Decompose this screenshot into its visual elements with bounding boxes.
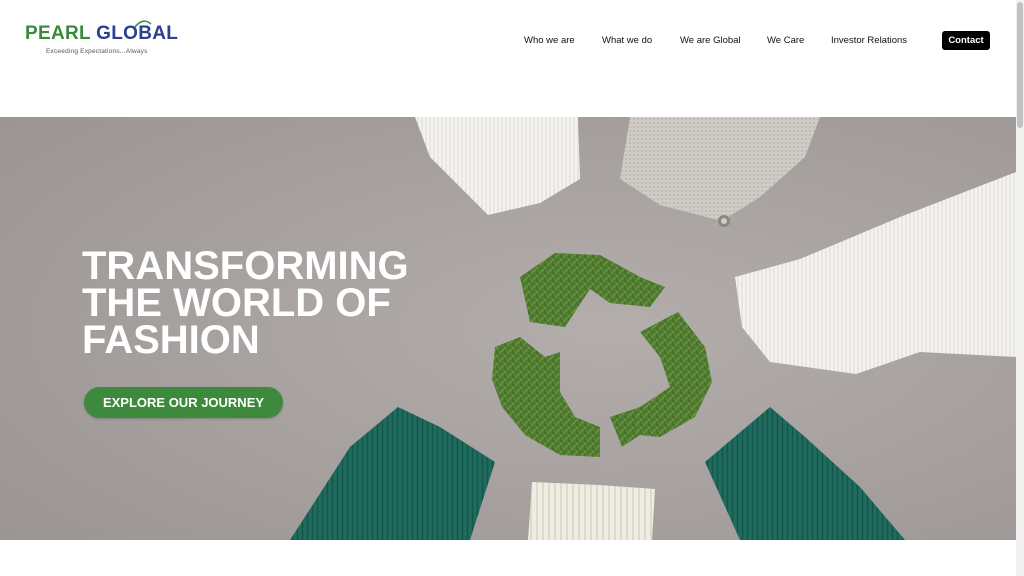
explore-journey-button[interactable]: EXPLORE OUR JOURNEY	[84, 387, 283, 418]
nav-item-we-are-global[interactable]: We are Global	[680, 35, 741, 46]
scrollbar-thumb[interactable]	[1017, 2, 1023, 128]
hero-banner: TRANSFORMING THE WORLD OF FASHION EXPLOR…	[0, 117, 1016, 540]
nav-item-what-we-do[interactable]: What we do	[602, 35, 652, 46]
hero-title: TRANSFORMING THE WORLD OF FASHION	[82, 244, 442, 362]
pearl-global-logo[interactable]: PEARL GLOBAL Exceeding Expectations...Al…	[25, 20, 178, 59]
hero-title-line: TRANSFORMING	[82, 244, 409, 288]
page-scrollbar[interactable]	[1016, 0, 1024, 576]
nav-item-we-care[interactable]: We Care	[767, 35, 804, 46]
logo-wordmark: PEARL GLOBAL	[25, 23, 178, 45]
logo-word-pearl: PEARL	[25, 23, 91, 44]
next-section	[0, 540, 1016, 576]
site-header: PEARL GLOBAL Exceeding Expectations...Al…	[0, 0, 1016, 117]
logo-swoosh-icon	[134, 20, 152, 28]
nav-item-investor-relations[interactable]: Investor Relations	[831, 35, 907, 46]
hero-title-line: THE WORLD OF	[82, 281, 391, 325]
logo-tagline: Exceeding Expectations...Always	[46, 48, 148, 55]
contact-button[interactable]: Contact	[942, 31, 990, 50]
hero-title-line: FASHION	[82, 318, 260, 362]
nav-item-who-we-are[interactable]: Who we are	[524, 35, 575, 46]
